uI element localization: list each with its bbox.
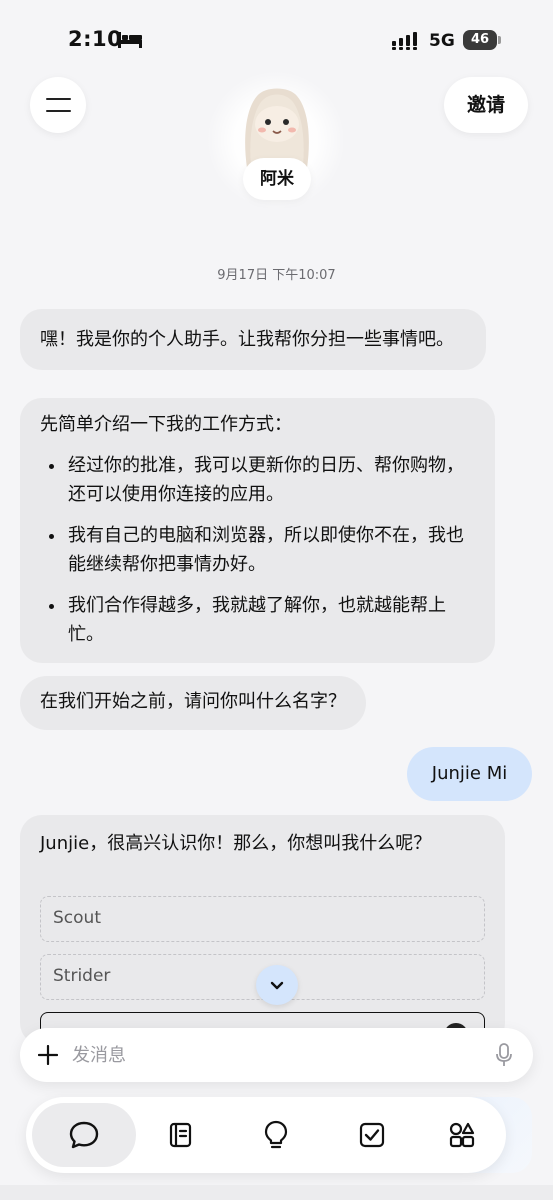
menu-button[interactable] xyxy=(30,77,86,133)
tab-chat[interactable] xyxy=(32,1103,136,1167)
assistant-name[interactable]: 阿米 xyxy=(243,158,311,200)
tab-tasks[interactable] xyxy=(326,1103,418,1167)
microphone-icon[interactable] xyxy=(495,1043,513,1067)
message-text: Junjie，很高兴认识你！那么，你想叫我什么呢？ xyxy=(40,833,432,854)
notebook-icon xyxy=(169,1122,192,1148)
bed-icon xyxy=(118,32,142,48)
scroll-down-button[interactable] xyxy=(256,965,298,1005)
invite-button[interactable]: 邀请 xyxy=(444,77,528,133)
assistant-message: 嘿！我是你的个人助手。让我帮你分担一些事情吧。 xyxy=(20,309,486,370)
signal-icon xyxy=(392,32,417,50)
chevron-down-icon xyxy=(270,981,284,990)
battery-tip xyxy=(498,36,501,44)
plus-icon[interactable] xyxy=(38,1045,58,1065)
checkbox-icon xyxy=(359,1122,385,1148)
message-text: Junjie Mi xyxy=(431,763,508,784)
tab-ideas[interactable] xyxy=(230,1103,322,1167)
list-item: 经过你的批准，我可以更新你的日历、帮你购物，还可以使用你连接的应用。 xyxy=(40,451,475,509)
status-bar: 2:10 5G 46 xyxy=(0,0,553,80)
tab-bar xyxy=(26,1097,506,1173)
battery-icon: 46 xyxy=(463,30,497,50)
user-message: Junjie Mi xyxy=(407,747,532,801)
message-text: 先简单介绍一下我的工作方式： xyxy=(40,414,292,435)
network-label: 5G xyxy=(429,31,455,51)
status-time: 2:10 xyxy=(68,27,123,51)
message-list: 经过你的批准，我可以更新你的日历、帮你购物，还可以使用你连接的应用。 我有自己的… xyxy=(40,451,475,649)
message-input[interactable] xyxy=(72,1038,472,1072)
lightbulb-icon xyxy=(264,1120,288,1149)
menu-icon-line xyxy=(46,110,71,112)
assistant-message: 在我们开始之前，请问你叫什么名字？ xyxy=(20,676,366,730)
chat-bubble-icon xyxy=(69,1121,99,1149)
assistant-message: 先简单介绍一下我的工作方式： 经过你的批准，我可以更新你的日历、帮你购物，还可以… xyxy=(20,398,495,663)
menu-icon-line xyxy=(46,98,71,100)
list-item: 我有自己的电脑和浏览器，所以即使你不在，我也能继续帮你把事情办好。 xyxy=(40,521,475,579)
name-option[interactable]: Scout xyxy=(40,896,485,942)
tab-notes[interactable] xyxy=(134,1103,226,1167)
message-text: 嘿！我是你的个人助手。让我帮你分担一些事情吧。 xyxy=(40,329,454,350)
tab-apps[interactable] xyxy=(422,1103,502,1167)
chat-timestamp: 9月17日 下午10:07 xyxy=(217,268,336,283)
message-composer xyxy=(20,1028,533,1082)
home-indicator-area xyxy=(0,1185,553,1200)
shapes-icon xyxy=(449,1122,475,1148)
list-item: 我们合作得越多，我就越了解你，也就越能帮上忙。 xyxy=(40,591,475,649)
message-text: 在我们开始之前，请问你叫什么名字？ xyxy=(40,691,346,712)
